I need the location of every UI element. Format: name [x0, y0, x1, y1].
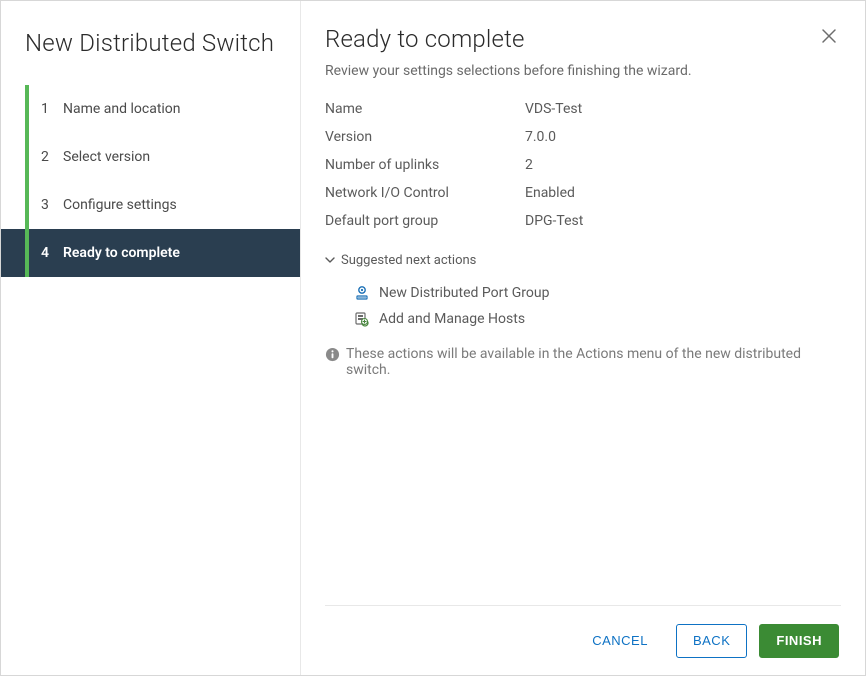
- page-title: Ready to complete: [325, 25, 692, 53]
- step-indicator: [25, 229, 29, 277]
- wizard-dialog: New Distributed Switch 1 Name and locati…: [0, 0, 866, 676]
- summary-row: Default port group DPG-Test: [325, 213, 841, 229]
- summary-value: DPG-Test: [525, 213, 583, 229]
- wizard-footer: CANCEL BACK FINISH: [325, 605, 841, 675]
- wizard-sidebar: New Distributed Switch 1 Name and locati…: [1, 1, 301, 675]
- summary-row: Version 7.0.0: [325, 129, 841, 145]
- action-label: Add and Manage Hosts: [379, 311, 525, 327]
- action-new-port-group[interactable]: New Distributed Port Group: [325, 280, 841, 306]
- summary-key: Name: [325, 101, 525, 117]
- summary-value: 7.0.0: [525, 129, 556, 145]
- step-configure-settings[interactable]: 3 Configure settings: [1, 181, 300, 229]
- main-header: Ready to complete Review your settings s…: [325, 25, 841, 101]
- wizard-title: New Distributed Switch: [1, 21, 300, 81]
- step-indicator: [25, 133, 29, 181]
- cancel-button[interactable]: CANCEL: [576, 624, 664, 658]
- step-label: Name and location: [63, 101, 181, 117]
- info-text: These actions will be available in the A…: [346, 346, 841, 378]
- step-label: Configure settings: [63, 197, 177, 213]
- summary-list: Name VDS-Test Version 7.0.0 Number of up…: [325, 101, 841, 241]
- info-note: These actions will be available in the A…: [325, 346, 841, 378]
- action-add-manage-hosts[interactable]: Add and Manage Hosts: [325, 306, 841, 332]
- info-icon: [325, 347, 340, 366]
- next-actions-list: New Distributed Port Group: [325, 280, 841, 332]
- step-indicator: [25, 85, 29, 133]
- finish-button[interactable]: FINISH: [759, 624, 839, 658]
- summary-value: Enabled: [525, 185, 575, 201]
- close-icon: [821, 28, 837, 44]
- summary-value: VDS-Test: [525, 101, 582, 117]
- summary-key: Default port group: [325, 213, 525, 229]
- step-ready-to-complete[interactable]: 4 Ready to complete: [1, 229, 300, 277]
- wizard-steps: 1 Name and location 2 Select version 3 C…: [1, 85, 300, 277]
- summary-row: Number of uplinks 2: [325, 157, 841, 173]
- back-button[interactable]: BACK: [676, 624, 747, 658]
- summary-key: Number of uplinks: [325, 157, 525, 173]
- summary-row: Name VDS-Test: [325, 101, 841, 117]
- wizard-main: Ready to complete Review your settings s…: [301, 1, 865, 675]
- next-actions-label: Suggested next actions: [341, 253, 476, 268]
- summary-row: Network I/O Control Enabled: [325, 185, 841, 201]
- hosts-icon: [353, 310, 371, 328]
- summary-value: 2: [525, 157, 533, 173]
- step-label: Select version: [63, 149, 150, 165]
- step-label: Ready to complete: [63, 245, 180, 261]
- summary-key: Version: [325, 129, 525, 145]
- next-actions-toggle[interactable]: Suggested next actions: [325, 253, 841, 268]
- step-select-version[interactable]: 2 Select version: [1, 133, 300, 181]
- step-name-and-location[interactable]: 1 Name and location: [1, 85, 300, 133]
- summary-key: Network I/O Control: [325, 185, 525, 201]
- action-label: New Distributed Port Group: [379, 285, 549, 301]
- chevron-down-icon: [325, 254, 335, 268]
- close-button[interactable]: [817, 25, 841, 49]
- step-indicator: [25, 181, 29, 229]
- page-subtitle: Review your settings selections before f…: [325, 63, 692, 79]
- portgroup-icon: [353, 284, 371, 302]
